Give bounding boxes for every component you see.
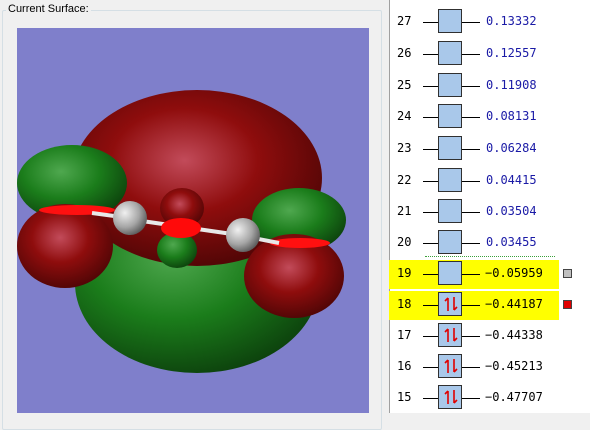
mo-level-line-right [462, 181, 480, 182]
lobe-left-lower [17, 204, 113, 288]
mo-level-line-right [462, 243, 480, 244]
mo-level-line-left [423, 54, 438, 55]
mo-energy: 0.03455 [486, 235, 537, 249]
homo-lumo-separator [425, 256, 555, 257]
mo-level-box[interactable] [438, 73, 462, 97]
mo-index: 25 [397, 78, 412, 92]
mo-level-line-left [423, 274, 438, 275]
mo-level-line-left [423, 367, 438, 368]
mo-energy: 0.11908 [486, 78, 537, 92]
mo-level-line-right [462, 117, 480, 118]
mo-row-22[interactable]: 22 0.04415 [389, 165, 590, 197]
mo-index: 19 [397, 266, 412, 280]
mo-energy: 0.04415 [486, 173, 537, 187]
mo-energy: 0.12557 [486, 46, 537, 60]
orbital-3d-viewport[interactable] [17, 28, 369, 413]
mo-level-box[interactable] [438, 199, 462, 223]
mo-row-16[interactable]: 16 −0.45213 [389, 351, 590, 383]
mo-level-box[interactable] [438, 136, 462, 160]
orbital-rendering [17, 90, 346, 373]
mo-energy: −0.47707 [485, 390, 543, 404]
mo-level-box[interactable] [438, 41, 462, 65]
mo-level-line-right [462, 212, 480, 213]
surface-color-swatch[interactable] [563, 269, 572, 278]
mo-row-19[interactable]: 19 −0.05959 [389, 258, 590, 290]
mo-level-line-right [462, 274, 480, 275]
mo-level-box[interactable] [438, 354, 462, 378]
mo-index: 17 [397, 328, 412, 342]
mo-energy: −0.45213 [485, 359, 543, 373]
mo-level-line-left [423, 243, 438, 244]
mo-index: 26 [397, 46, 412, 60]
mo-level-line-left [423, 305, 438, 306]
mo-level-box[interactable] [438, 230, 462, 254]
mo-row-20[interactable]: 20 0.03455 [389, 227, 590, 259]
mo-level-line-right [462, 86, 480, 87]
mo-index: 15 [397, 390, 412, 404]
mo-level-line-left [423, 398, 438, 399]
mo-level-box[interactable] [438, 385, 462, 409]
mo-level-box[interactable] [438, 104, 462, 128]
mo-energy: −0.44338 [485, 328, 543, 342]
mo-level-line-right [462, 54, 480, 55]
electron-pair-icon [444, 390, 458, 404]
mo-level-line-right [462, 336, 480, 337]
mo-level-line-right [462, 22, 480, 23]
mo-energy: −0.44187 [485, 297, 543, 311]
mo-index: 18 [397, 297, 412, 311]
atom-right [226, 218, 260, 252]
mo-index: 27 [397, 14, 412, 28]
mo-index: 24 [397, 109, 412, 123]
mo-row-18[interactable]: 18 −0.44187 [389, 289, 590, 321]
mo-level-box[interactable] [438, 168, 462, 192]
mo-index: 20 [397, 235, 412, 249]
current-surface-caption: Current Surface: [6, 3, 91, 15]
surface-color-swatch[interactable] [563, 300, 572, 309]
mo-level-line-right [462, 305, 480, 306]
atom-center [161, 218, 201, 238]
mo-level-line-left [423, 86, 438, 87]
mo-level-line-right [462, 398, 480, 399]
mo-index: 21 [397, 204, 412, 218]
mo-level-line-left [423, 336, 438, 337]
mo-level-line-left [423, 181, 438, 182]
mo-energy: 0.08131 [486, 109, 537, 123]
mo-level-line-left [423, 117, 438, 118]
mo-energy: 0.06284 [486, 141, 537, 155]
mo-index: 22 [397, 173, 412, 187]
mo-index: 16 [397, 359, 412, 373]
mo-level-line-right [462, 149, 480, 150]
mo-index: 23 [397, 141, 412, 155]
mo-level-line-left [423, 212, 438, 213]
mo-level-box[interactable] [438, 9, 462, 33]
mo-row-15[interactable]: 15 −0.47707 [389, 382, 590, 414]
mo-level-line-right [462, 367, 480, 368]
mo-energy: 0.13332 [486, 14, 537, 28]
mo-row-26[interactable]: 26 0.12557 [389, 38, 590, 70]
electron-pair-icon [444, 359, 458, 373]
mo-level-line-left [423, 22, 438, 23]
mo-row-23[interactable]: 23 0.06284 [389, 133, 590, 165]
electron-pair-icon [444, 297, 458, 311]
mo-energy: −0.05959 [485, 266, 543, 280]
mo-level-box[interactable] [438, 323, 462, 347]
mo-energy: 0.03504 [486, 204, 537, 218]
atom-left [113, 201, 147, 235]
mo-row-27[interactable]: 27 0.13332 [389, 6, 590, 38]
mo-level-box[interactable] [438, 292, 462, 316]
electron-pair-icon [444, 328, 458, 342]
mo-level-line-left [423, 149, 438, 150]
mo-row-17[interactable]: 17 −0.44338 [389, 320, 590, 352]
mo-row-25[interactable]: 25 0.11908 [389, 70, 590, 102]
mo-row-24[interactable]: 24 0.08131 [389, 101, 590, 133]
mo-level-box[interactable] [438, 261, 462, 285]
mo-row-21[interactable]: 21 0.03504 [389, 196, 590, 228]
